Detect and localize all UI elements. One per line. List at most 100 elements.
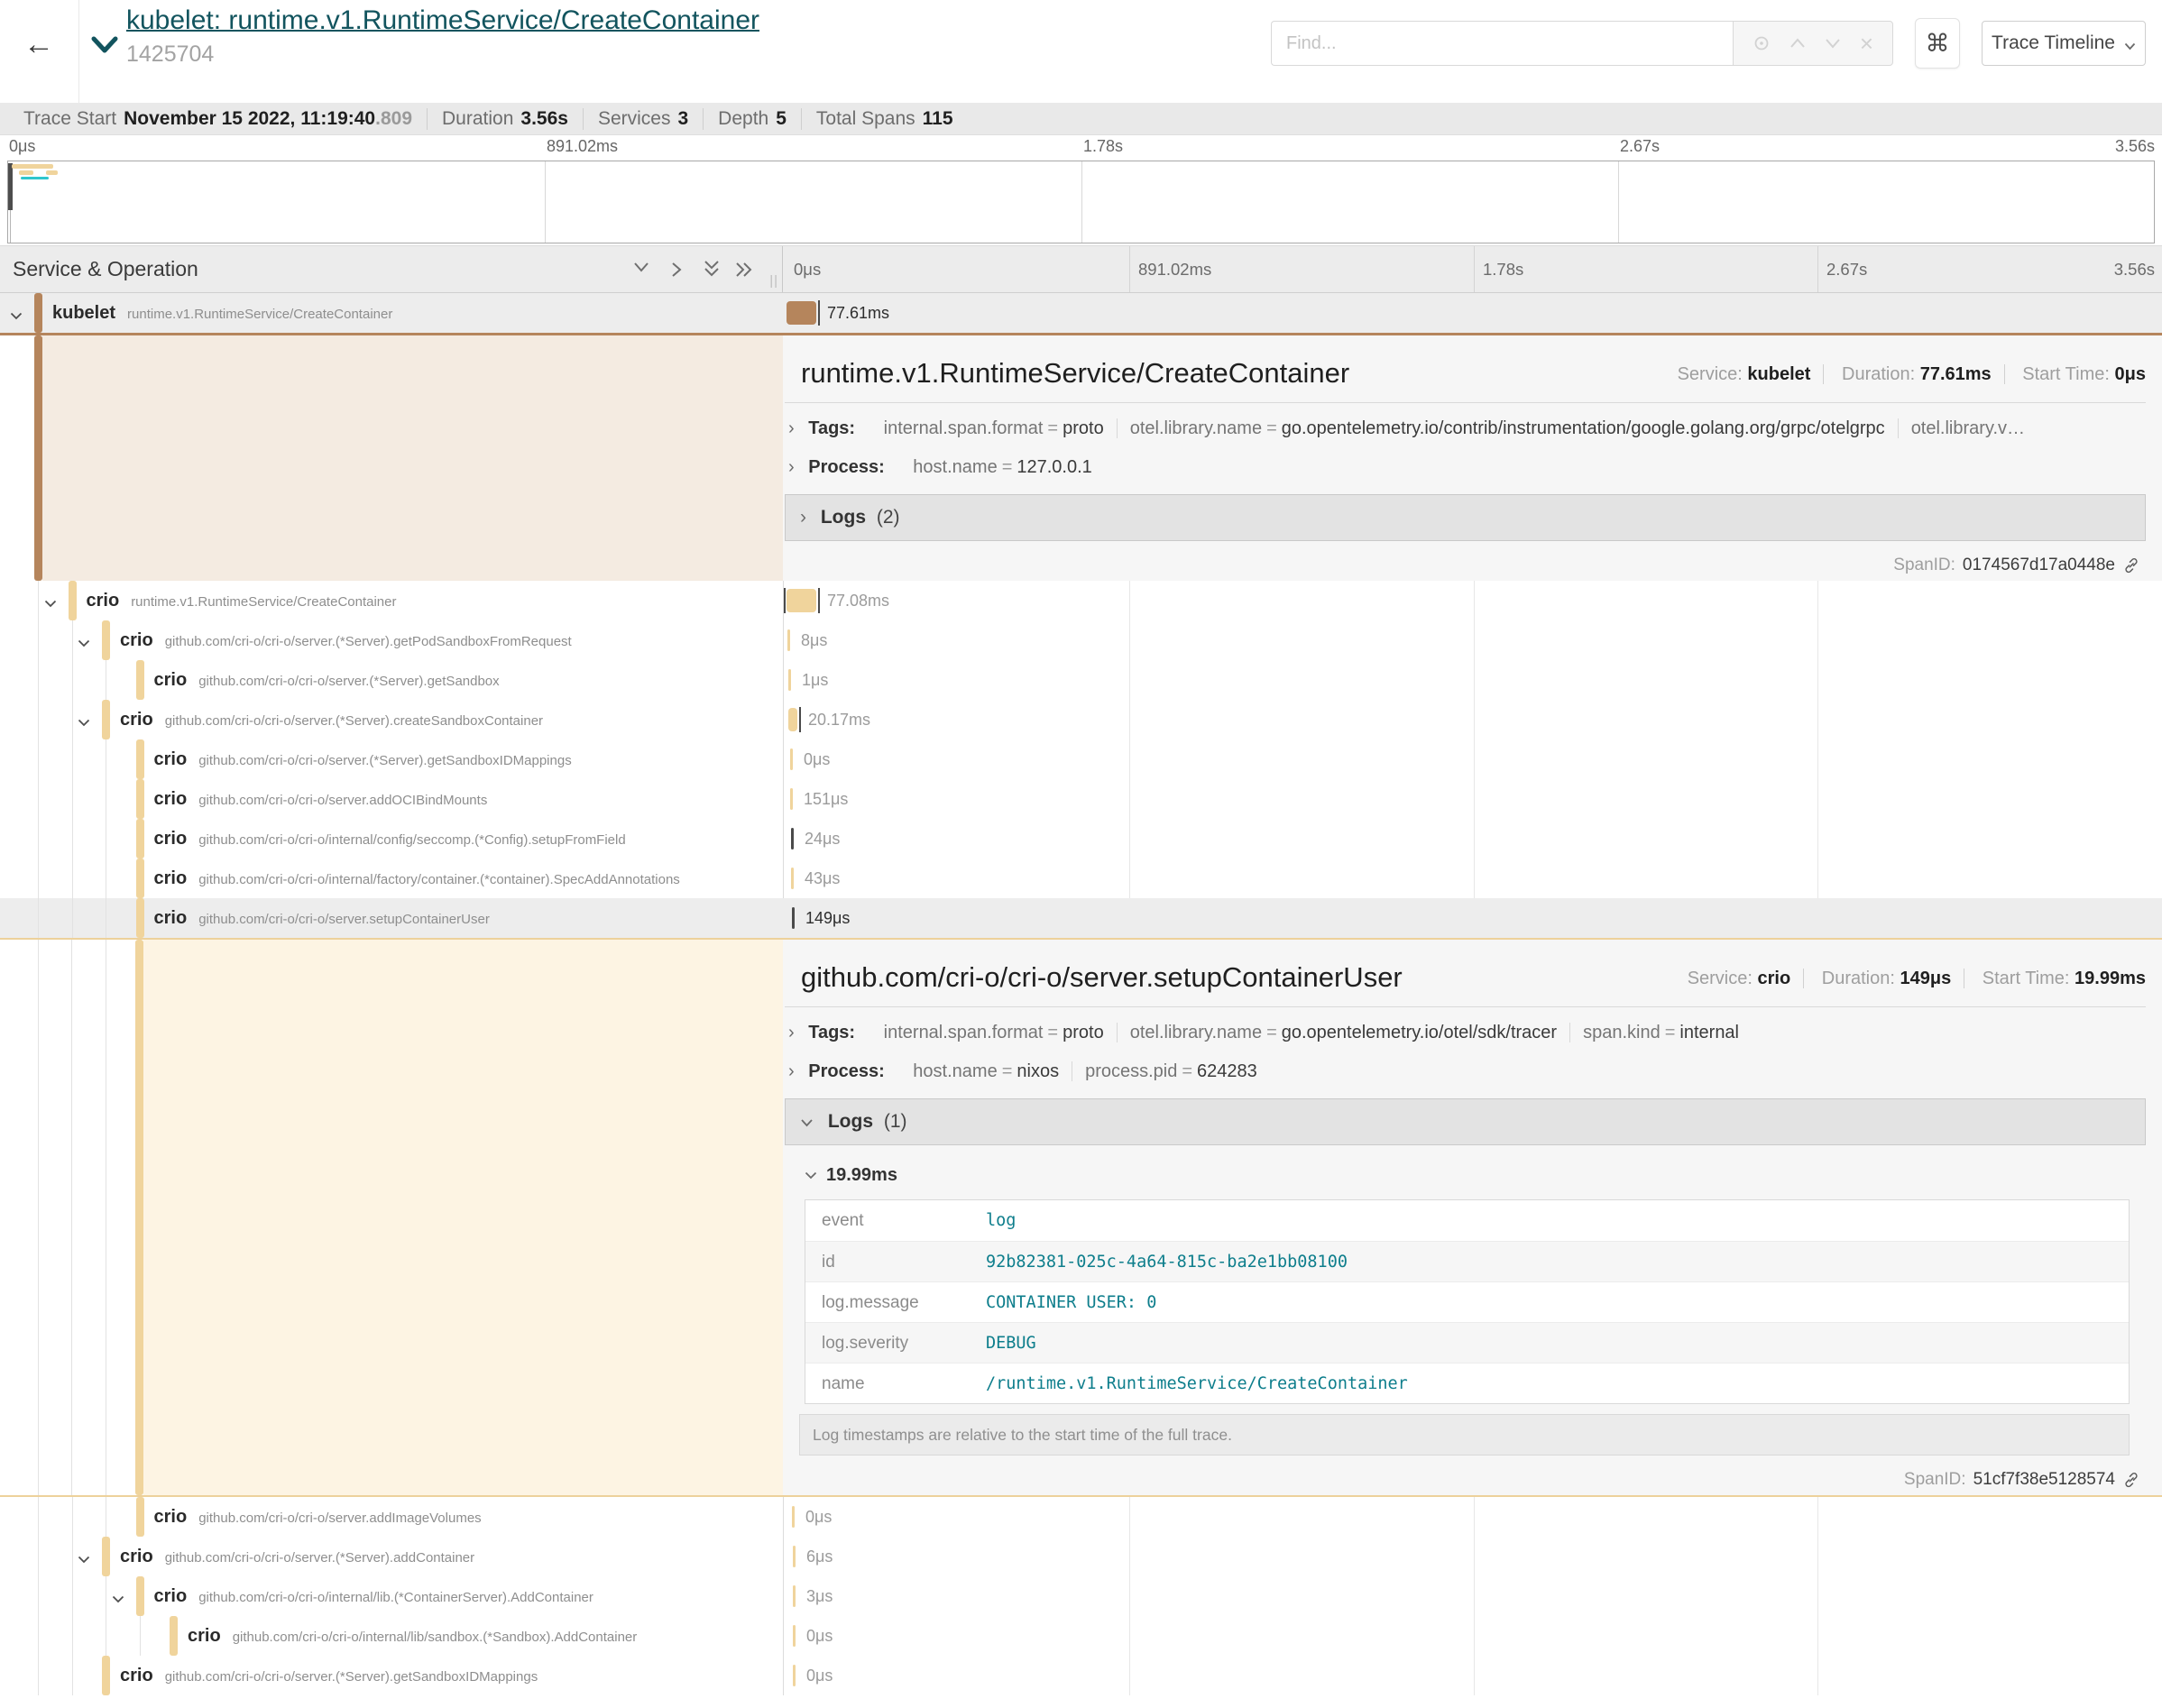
span-duration-bar[interactable]: [790, 788, 793, 810]
span-row-timeline-cell[interactable]: 0μs: [783, 1497, 2162, 1537]
span-row-name-cell: criogithub.com/cri-o/cri-o/server.(*Serv…: [0, 1656, 783, 1695]
span-row-timeline-cell[interactable]: 77.61ms: [783, 293, 2162, 333]
expand-one-icon[interactable]: [669, 260, 684, 284]
kv-chip: otel.library.name=go.opentelemetry.io/ot…: [1118, 1023, 1570, 1042]
log-field-row[interactable]: log.messageCONTAINER USER: 0: [805, 1281, 2129, 1322]
span-color-bar: [102, 620, 110, 660]
span-row[interactable]: kubeletruntime.v1.RuntimeService/CreateC…: [0, 293, 2162, 333]
span-row[interactable]: criogithub.com/cri-o/cri-o/internal/lib.…: [0, 1576, 2162, 1616]
tags-row[interactable]: › Tags: internal.span.format=protootel.l…: [788, 418, 2146, 447]
span-row[interactable]: criogithub.com/cri-o/cri-o/server.addIma…: [0, 1497, 2162, 1537]
span-service-name: crio: [154, 749, 188, 769]
span-row[interactable]: criogithub.com/cri-o/cri-o/server.setupC…: [0, 898, 2162, 938]
kv-chip: host.name=127.0.0.1: [900, 457, 1105, 477]
span-duration-bar[interactable]: [793, 1625, 796, 1647]
span-row-timeline-cell[interactable]: 6μs: [783, 1537, 2162, 1576]
span-row-name-cell: criogithub.com/cri-o/cri-o/server.addIma…: [0, 1497, 783, 1537]
logs-toggle[interactable]: › Logs (2): [785, 494, 2146, 541]
span-row[interactable]: criogithub.com/cri-o/cri-o/server.(*Serv…: [0, 620, 2162, 660]
collapse-one-icon[interactable]: [631, 260, 651, 279]
span-row-timeline-cell[interactable]: 0μs: [783, 1616, 2162, 1656]
span-row[interactable]: criogithub.com/cri-o/cri-o/server.(*Serv…: [0, 660, 2162, 700]
span-duration-bar[interactable]: [791, 868, 794, 889]
chevron-down-icon[interactable]: [78, 636, 90, 652]
process-row[interactable]: › Process: host.name=nixosprocess.pid=62…: [788, 1061, 2146, 1090]
span-duration-bar[interactable]: [787, 589, 816, 612]
keyboard-shortcuts-button[interactable]: ⌘: [1915, 18, 1960, 69]
span-row-timeline-cell[interactable]: 24μs: [783, 819, 2162, 859]
prev-match-icon[interactable]: [1789, 38, 1806, 49]
deep-link-icon[interactable]: [2122, 1471, 2140, 1489]
back-arrow-icon[interactable]: ←: [23, 27, 54, 62]
span-row-timeline-cell[interactable]: 1μs: [783, 660, 2162, 700]
span-row-timeline-cell[interactable]: 8μs: [783, 620, 2162, 660]
chevron-down-icon[interactable]: [112, 1592, 124, 1608]
span-row[interactable]: criogithub.com/cri-o/cri-o/server.(*Serv…: [0, 1537, 2162, 1576]
span-row-timeline-cell[interactable]: 3μs: [783, 1576, 2162, 1616]
log-field-row[interactable]: log.severityDEBUG: [805, 1322, 2129, 1363]
log-field-row[interactable]: name/runtime.v1.RuntimeService/CreateCon…: [805, 1363, 2129, 1403]
span-duration-bar[interactable]: [788, 708, 797, 731]
collapse-trace-icon[interactable]: [90, 36, 119, 59]
span-duration-bar[interactable]: [792, 907, 795, 929]
span-duration-bar[interactable]: [790, 748, 793, 770]
chevron-down-icon[interactable]: [44, 596, 57, 612]
span-duration-bar[interactable]: [792, 1506, 795, 1528]
tree-guide: [72, 1537, 73, 1576]
span-row-timeline-cell[interactable]: 149μs: [783, 898, 2162, 938]
span-row[interactable]: criogithub.com/cri-o/cri-o/internal/conf…: [0, 819, 2162, 859]
span-row-name-cell: crioruntime.v1.RuntimeService/CreateCont…: [0, 581, 783, 620]
span-row[interactable]: criogithub.com/cri-o/cri-o/internal/fact…: [0, 859, 2162, 898]
span-row-timeline-cell[interactable]: 0μs: [783, 739, 2162, 779]
log-field-key: event: [805, 1200, 986, 1241]
log-field-row[interactable]: eventlog: [805, 1200, 2129, 1241]
log-entry-toggle[interactable]: 19.99ms: [805, 1165, 897, 1186]
span-row-timeline-cell[interactable]: 77.08ms: [783, 581, 2162, 620]
minimap-canvas[interactable]: [7, 161, 2155, 243]
chevron-down-icon[interactable]: [10, 308, 23, 325]
log-marker: [799, 707, 801, 732]
tree-guide: [38, 1497, 39, 1537]
minimap-gridline: [1081, 161, 1082, 243]
span-row-timeline-cell[interactable]: 151μs: [783, 779, 2162, 819]
chevron-down-icon[interactable]: [78, 1552, 90, 1568]
focus-match-icon[interactable]: [1753, 34, 1771, 52]
span-row[interactable]: criogithub.com/cri-o/cri-o/server.addOCI…: [0, 779, 2162, 819]
span-duration-bar[interactable]: [787, 301, 816, 325]
span-color-bar: [34, 335, 42, 581]
span-duration-bar[interactable]: [793, 1585, 796, 1607]
span-row[interactable]: crioruntime.v1.RuntimeService/CreateCont…: [0, 581, 2162, 620]
tags-row[interactable]: › Tags: internal.span.format=protootel.l…: [788, 1023, 2146, 1051]
span-row-name-cell: criogithub.com/cri-o/cri-o/server.(*Serv…: [0, 739, 783, 779]
log-field-row[interactable]: id92b82381-025c-4a64-815c-ba2e1bb08100: [805, 1241, 2129, 1281]
clear-search-icon[interactable]: ×: [1860, 30, 1873, 58]
trace-view-selector[interactable]: Trace Timeline: [1982, 21, 2146, 66]
span-duration-bar[interactable]: [787, 629, 790, 651]
span-row-timeline-cell[interactable]: 20.17ms: [783, 700, 2162, 739]
logs-toggle[interactable]: Logs (1): [785, 1098, 2146, 1145]
span-row[interactable]: criogithub.com/cri-o/cri-o/server.(*Serv…: [0, 1656, 2162, 1695]
span-duration-bar[interactable]: [793, 1665, 796, 1686]
minimap-scrubber[interactable]: [8, 163, 13, 210]
deep-link-icon[interactable]: [2122, 556, 2140, 574]
chevron-down-icon[interactable]: [78, 715, 90, 731]
find-input[interactable]: [1271, 21, 1733, 66]
next-match-icon[interactable]: [1825, 38, 1841, 49]
column-resize-grip[interactable]: ||: [769, 273, 778, 289]
span-duration-bar[interactable]: [793, 1546, 796, 1567]
collapse-all-icon[interactable]: [702, 260, 722, 284]
grid-header: Service & Operation || 0μs 891.02ms 1.78…: [0, 245, 2162, 293]
expand-all-icon[interactable]: [734, 260, 754, 284]
span-row[interactable]: criogithub.com/cri-o/cri-o/server.(*Serv…: [0, 700, 2162, 739]
trace-title-link[interactable]: kubelet: runtime.v1.RuntimeService/Creat…: [126, 5, 759, 35]
span-duration-bar[interactable]: [788, 669, 791, 691]
span-row[interactable]: criogithub.com/cri-o/cri-o/internal/lib/…: [0, 1616, 2162, 1656]
process-row[interactable]: › Process: host.name=127.0.0.1: [788, 457, 2146, 486]
span-service-name: crio: [154, 670, 188, 690]
span-duration-bar[interactable]: [791, 828, 794, 849]
span-row[interactable]: criogithub.com/cri-o/cri-o/server.(*Serv…: [0, 739, 2162, 779]
span-duration-label: 1μs: [802, 660, 828, 700]
span-row-timeline-cell[interactable]: 0μs: [783, 1656, 2162, 1695]
log-marker: [818, 300, 820, 326]
span-row-timeline-cell[interactable]: 43μs: [783, 859, 2162, 898]
